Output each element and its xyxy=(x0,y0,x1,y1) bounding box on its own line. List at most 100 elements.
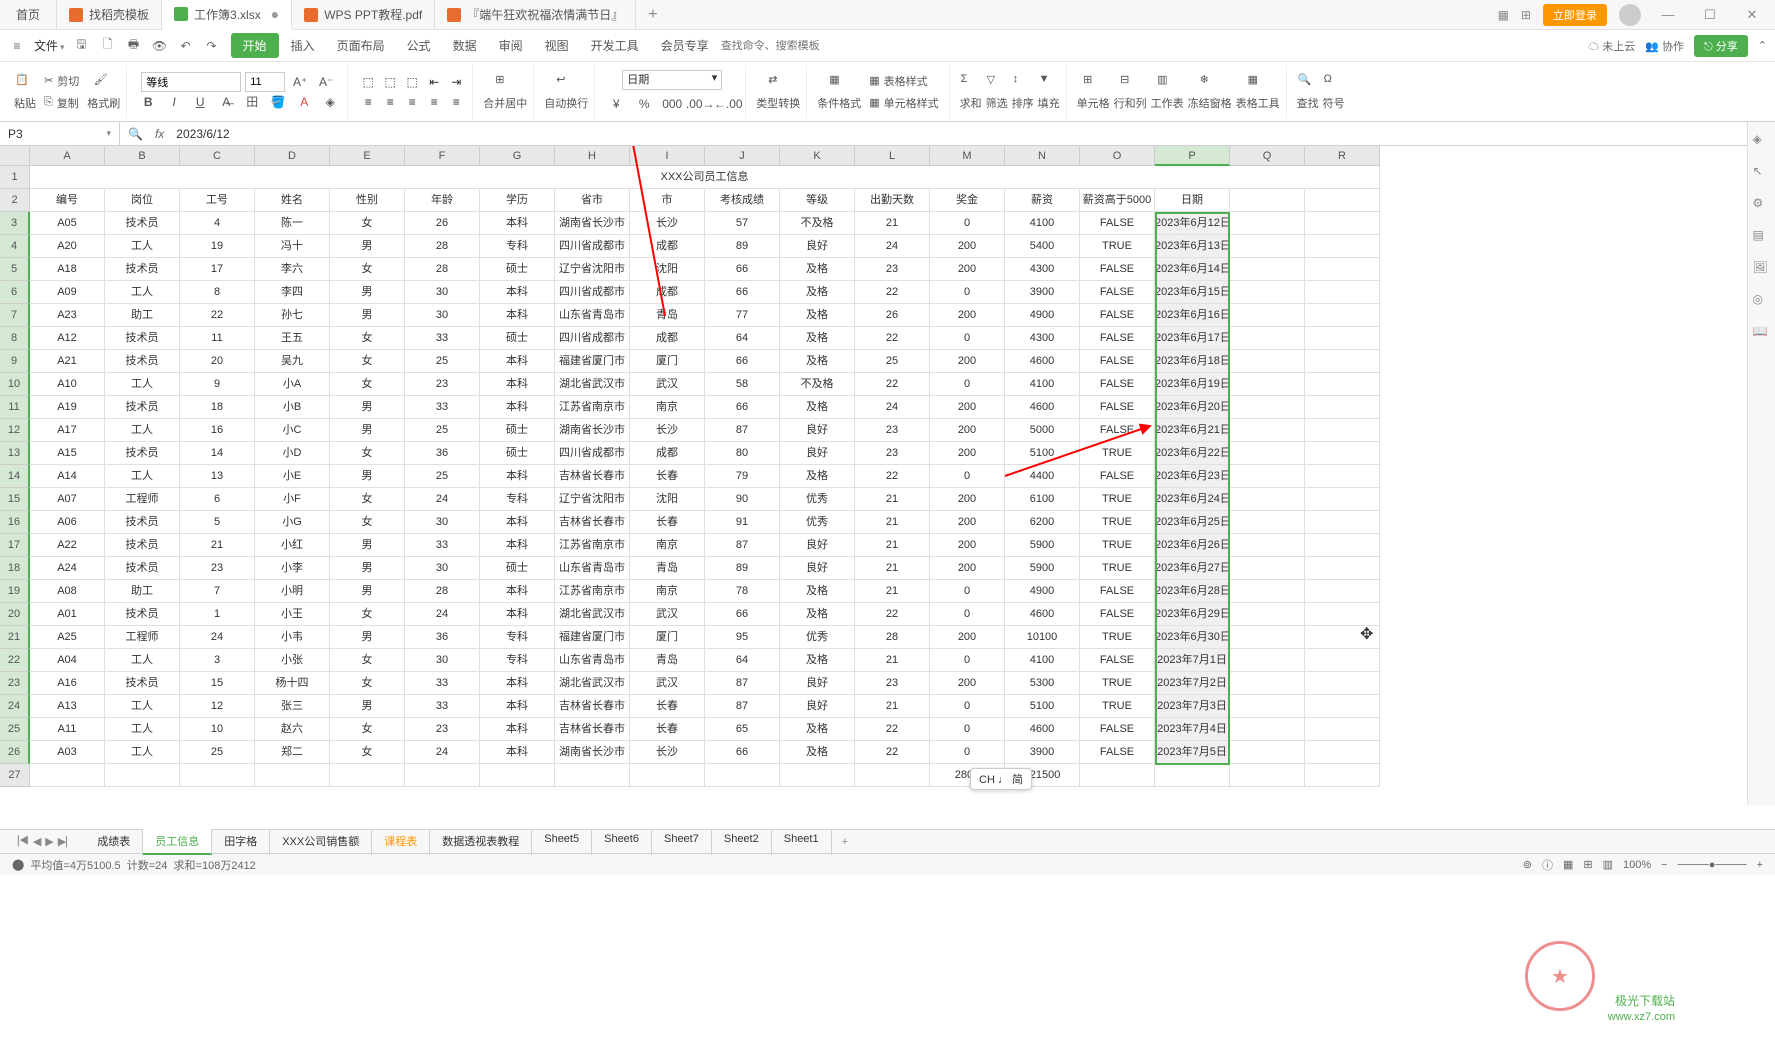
data-cell[interactable]: 本科 xyxy=(480,373,555,396)
data-cell[interactable]: 男 xyxy=(330,580,405,603)
data-cell[interactable]: 硕士 xyxy=(480,327,555,350)
data-cell[interactable]: 87 xyxy=(705,419,780,442)
data-cell[interactable]: 4900 xyxy=(1005,304,1080,327)
data-cell[interactable]: 陈一 xyxy=(255,212,330,235)
data-cell[interactable] xyxy=(1305,258,1380,281)
data-cell[interactable]: 2023年6月27日 xyxy=(1155,557,1230,580)
data-cell[interactable] xyxy=(105,764,180,787)
data-cell[interactable] xyxy=(1305,419,1380,442)
menu-tab-view[interactable]: 视图 xyxy=(535,31,579,60)
align-bottom-icon[interactable]: ⬚ xyxy=(402,73,422,91)
col-head-K[interactable]: K xyxy=(780,146,855,166)
data-cell[interactable]: 5300 xyxy=(1005,672,1080,695)
row-head-2[interactable]: 2 xyxy=(0,189,30,212)
col-head-I[interactable]: I xyxy=(630,146,705,166)
data-cell[interactable] xyxy=(1230,235,1305,258)
data-cell[interactable]: 辽宁省沈阳市 xyxy=(555,488,630,511)
col-head-L[interactable]: L xyxy=(855,146,930,166)
data-cell[interactable]: A05 xyxy=(30,212,105,235)
data-cell[interactable]: 16 xyxy=(180,419,255,442)
data-cell[interactable]: 5900 xyxy=(1005,557,1080,580)
data-cell[interactable]: 男 xyxy=(330,419,405,442)
data-cell[interactable] xyxy=(1230,649,1305,672)
data-cell[interactable]: 长沙 xyxy=(630,212,705,235)
data-cell[interactable]: 90 xyxy=(705,488,780,511)
data-cell[interactable]: 女 xyxy=(330,258,405,281)
new-icon[interactable]: 🗋 xyxy=(99,37,117,55)
data-cell[interactable]: 24 xyxy=(855,396,930,419)
data-cell[interactable]: 硕士 xyxy=(480,442,555,465)
data-cell[interactable]: 5100 xyxy=(1005,442,1080,465)
row-head-16[interactable]: 16 xyxy=(0,511,30,534)
data-cell[interactable]: 李六 xyxy=(255,258,330,281)
data-cell[interactable] xyxy=(1305,695,1380,718)
add-sheet-button[interactable]: + xyxy=(832,836,858,848)
header-cell[interactable]: 省市 xyxy=(555,189,630,212)
align-top-icon[interactable]: ⬚ xyxy=(358,73,378,91)
sheet-tab[interactable]: 成绩表 xyxy=(85,829,143,855)
cloud-status[interactable]: ☁ 未上云 xyxy=(1588,38,1635,54)
data-cell[interactable]: 湖北省武汉市 xyxy=(555,672,630,695)
data-cell[interactable] xyxy=(1230,580,1305,603)
data-cell[interactable]: TRUE xyxy=(1080,511,1155,534)
row-head-19[interactable]: 19 xyxy=(0,580,30,603)
data-cell[interactable]: 200 xyxy=(930,488,1005,511)
data-cell[interactable]: 21 xyxy=(855,488,930,511)
data-cell[interactable]: 2023年6月23日 xyxy=(1155,465,1230,488)
data-cell[interactable]: TRUE xyxy=(1080,235,1155,258)
apps-icon[interactable]: ⊞ xyxy=(1521,8,1531,22)
row-head-13[interactable]: 13 xyxy=(0,442,30,465)
data-cell[interactable]: 良好 xyxy=(780,557,855,580)
data-cell[interactable]: 22 xyxy=(855,718,930,741)
data-cell[interactable] xyxy=(1230,672,1305,695)
data-cell[interactable]: TRUE xyxy=(1080,672,1155,695)
data-cell[interactable]: 2023年6月20日 xyxy=(1155,396,1230,419)
data-cell[interactable]: 91 xyxy=(705,511,780,534)
col-head-O[interactable]: O xyxy=(1080,146,1155,166)
data-cell[interactable]: 24 xyxy=(180,626,255,649)
data-cell[interactable]: 4100 xyxy=(1005,649,1080,672)
data-cell[interactable]: 13 xyxy=(180,465,255,488)
data-cell[interactable]: 2023年6月19日 xyxy=(1155,373,1230,396)
data-cell[interactable]: 2023年6月18日 xyxy=(1155,350,1230,373)
close-button[interactable]: ✕ xyxy=(1737,7,1767,23)
data-cell[interactable] xyxy=(1305,741,1380,764)
data-cell[interactable]: 17 xyxy=(180,258,255,281)
data-cell[interactable]: 男 xyxy=(330,281,405,304)
data-cell[interactable]: 男 xyxy=(330,626,405,649)
data-cell[interactable] xyxy=(1230,281,1305,304)
data-cell[interactable]: 本科 xyxy=(480,350,555,373)
data-cell[interactable]: 200 xyxy=(930,258,1005,281)
data-cell[interactable]: 冯十 xyxy=(255,235,330,258)
data-cell[interactable]: 硕士 xyxy=(480,258,555,281)
data-cell[interactable]: 0 xyxy=(930,212,1005,235)
data-cell[interactable]: 吉林省长春市 xyxy=(555,511,630,534)
data-cell[interactable]: 21 xyxy=(855,557,930,580)
data-cell[interactable] xyxy=(1230,258,1305,281)
data-cell[interactable] xyxy=(1305,442,1380,465)
col-head-D[interactable]: D xyxy=(255,146,330,166)
image-icon[interactable]: 🖼 xyxy=(1753,260,1771,278)
row-head-11[interactable]: 11 xyxy=(0,396,30,419)
data-cell[interactable]: 14 xyxy=(180,442,255,465)
data-cell[interactable]: 2023年6月13日 xyxy=(1155,235,1230,258)
data-cell[interactable]: 及格 xyxy=(780,350,855,373)
data-cell[interactable]: 57 xyxy=(705,212,780,235)
data-cell[interactable] xyxy=(30,764,105,787)
data-cell[interactable]: 青岛 xyxy=(630,649,705,672)
data-cell[interactable]: 本科 xyxy=(480,304,555,327)
data-cell[interactable]: 男 xyxy=(330,695,405,718)
data-cell[interactable]: 及格 xyxy=(780,258,855,281)
data-cell[interactable]: 25 xyxy=(405,350,480,373)
data-cell[interactable]: 工人 xyxy=(105,695,180,718)
data-cell[interactable]: 女 xyxy=(330,718,405,741)
tab-template[interactable]: 找稻壳模板 xyxy=(57,0,162,30)
data-cell[interactable]: A15 xyxy=(30,442,105,465)
data-cell[interactable]: 良好 xyxy=(780,235,855,258)
data-cell[interactable]: 四川省成都市 xyxy=(555,235,630,258)
data-cell[interactable]: 4400 xyxy=(1005,465,1080,488)
data-cell[interactable]: 技术员 xyxy=(105,603,180,626)
sheet-next-icon[interactable]: ▶ xyxy=(45,835,53,849)
view-normal-icon[interactable]: ▦ xyxy=(1563,858,1573,871)
data-cell[interactable]: 22 xyxy=(855,741,930,764)
